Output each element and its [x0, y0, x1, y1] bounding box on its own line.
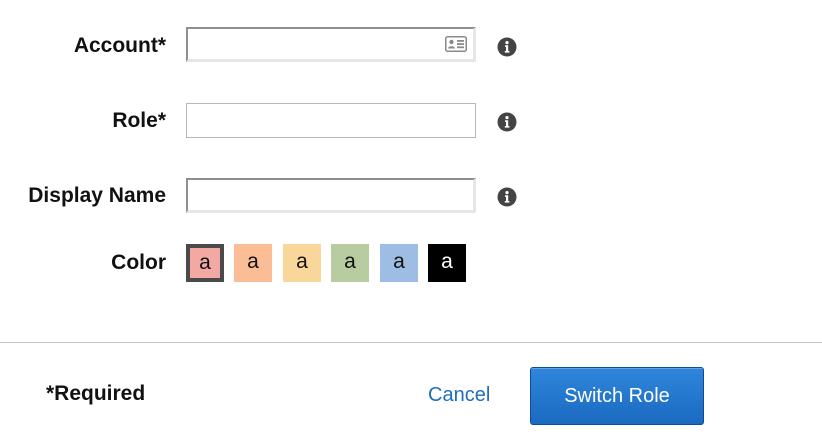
color-swatch-yellow[interactable]: a [283, 244, 321, 282]
role-info-icon[interactable] [497, 112, 517, 132]
color-swatch-black[interactable]: a [428, 244, 466, 282]
color-swatch-blue[interactable]: a [380, 244, 418, 282]
display-name-field[interactable] [186, 178, 476, 213]
display-name-input[interactable] [188, 180, 473, 210]
role-label: Role* [112, 109, 166, 132]
color-label: Color [111, 251, 166, 274]
footer-divider [0, 342, 822, 343]
account-field[interactable] [186, 27, 476, 62]
account-input[interactable] [188, 29, 473, 59]
account-info-icon[interactable] [497, 37, 517, 57]
role-input[interactable] [187, 104, 475, 137]
contact-card-icon[interactable] [445, 36, 467, 52]
display-name-label: Display Name [28, 184, 166, 207]
role-field[interactable] [186, 103, 476, 138]
color-swatch-green[interactable]: a [331, 244, 369, 282]
account-label: Account* [73, 34, 166, 57]
display-name-info-icon[interactable] [497, 187, 517, 207]
color-swatch-red[interactable]: a [186, 244, 224, 282]
cancel-link[interactable]: Cancel [428, 384, 490, 407]
switch-role-button[interactable]: Switch Role [530, 367, 704, 425]
color-swatch-orange[interactable]: a [234, 244, 272, 282]
required-note: *Required [46, 382, 146, 405]
